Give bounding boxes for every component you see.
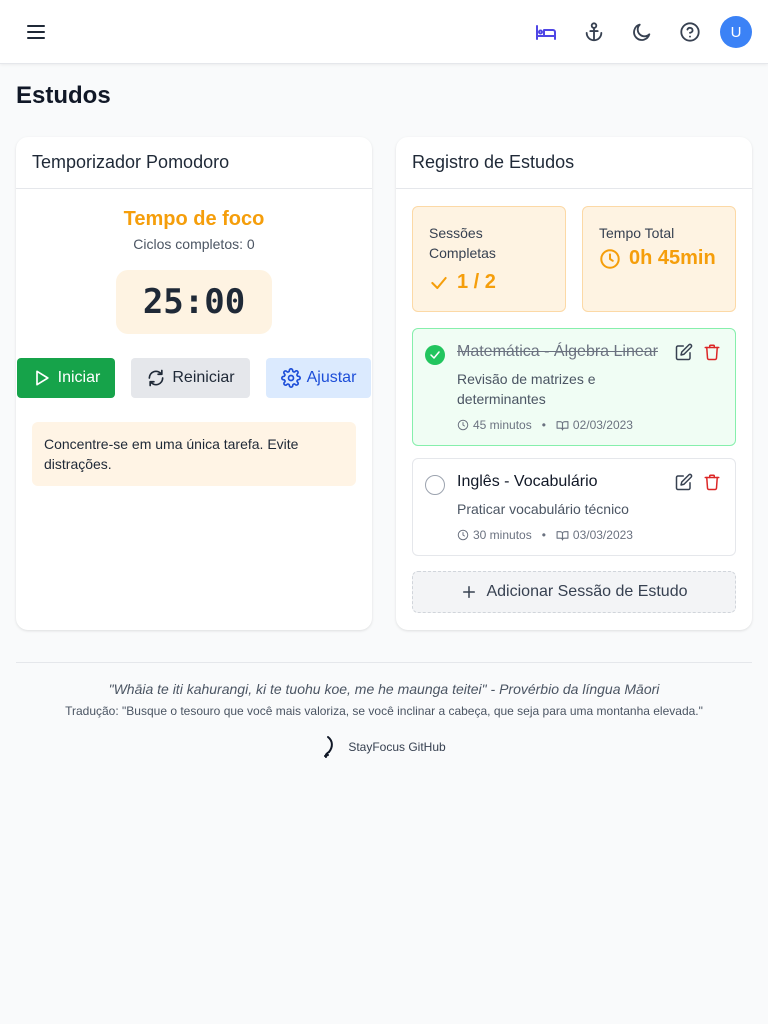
timer-display: 25:00 — [116, 270, 272, 334]
session-title: Matemática - Álgebra Linear — [457, 343, 658, 360]
gear-icon — [280, 368, 301, 388]
session-duration: 30 minutos — [473, 528, 532, 542]
page-title: Estudos — [16, 82, 111, 109]
github-link[interactable]: StayFocus GitHub — [0, 735, 768, 759]
trash-icon[interactable] — [703, 473, 721, 496]
check-icon — [430, 351, 440, 359]
clock-icon — [600, 248, 620, 269]
session-date: 03/03/2023 — [572, 528, 633, 542]
session-checkbox[interactable] — [425, 345, 445, 365]
session-item[interactable]: Inglês - Vocabulário Praticar vocabulári… — [412, 458, 736, 556]
pomodoro-card: Temporizador Pomodoro Tempo de foco Cicl… — [16, 137, 372, 630]
cycles-counter: Ciclos completos: 0 — [133, 236, 255, 252]
session-description: Praticar vocabulário técnico — [457, 501, 629, 517]
github-icon — [324, 736, 334, 758]
meta-separator: • — [541, 418, 546, 432]
adjust-button-label: Ajustar — [306, 369, 357, 386]
adjust-button[interactable]: Ajustar — [266, 358, 371, 398]
session-meta: 30 minutos • 03/03/2023 — [457, 528, 633, 542]
clock-icon — [457, 419, 469, 431]
focus-tip: Concentre-se em uma única tarefa. Evite … — [32, 422, 356, 486]
anchor-icon[interactable] — [578, 16, 610, 48]
reset-button-label: Reiniciar — [172, 369, 235, 386]
session-item[interactable]: Matemática - Álgebra Linear Revisão de m… — [412, 328, 736, 446]
session-title: Inglês - Vocabulário — [457, 473, 598, 490]
book-icon — [556, 530, 569, 540]
add-study-session-label: Adicionar Sessão de Estudo — [486, 583, 688, 600]
check-icon — [431, 276, 447, 289]
footer-divider — [16, 662, 752, 663]
edit-icon[interactable] — [675, 343, 693, 366]
plus-icon — [463, 586, 476, 598]
footer-quote: "Whāia te iti kahurangi, ki te tuohu koe… — [108, 681, 660, 697]
book-icon — [556, 420, 569, 430]
session-date: 02/03/2023 — [572, 418, 633, 432]
trash-icon[interactable] — [703, 343, 721, 366]
help-icon[interactable] — [674, 16, 706, 48]
total-time-stat: Tempo Total 0h 45min — [582, 206, 736, 312]
total-time-value: 0h 45min — [629, 247, 716, 269]
moon-icon[interactable] — [626, 16, 658, 48]
study-log-card-title: Registro de Estudos — [396, 137, 752, 189]
session-duration: 45 minutos — [473, 418, 532, 432]
session-meta: 45 minutos • 02/03/2023 — [457, 418, 633, 432]
start-button[interactable]: Iniciar — [17, 358, 115, 398]
session-description: Revisão de matrizes e determinantes — [457, 371, 596, 407]
pomodoro-card-title: Temporizador Pomodoro — [16, 137, 372, 189]
clock-icon — [457, 529, 469, 541]
top-bar: U — [0, 0, 768, 64]
start-button-label: Iniciar — [57, 369, 101, 386]
menu-icon[interactable] — [20, 16, 52, 48]
completed-sessions-value: 1 / 2 — [457, 271, 496, 293]
footer-translation: Tradução: "Busque o tesouro que você mai… — [65, 704, 703, 718]
edit-icon[interactable] — [675, 473, 693, 496]
bed-icon[interactable] — [530, 16, 562, 48]
avatar[interactable]: U — [720, 16, 752, 48]
add-study-session-button[interactable]: Adicionar Sessão de Estudo — [412, 571, 736, 613]
github-link-label: StayFocus GitHub — [348, 740, 446, 754]
play-icon — [35, 370, 49, 386]
completed-sessions-label: Sessões Completas — [429, 225, 496, 261]
total-time-label: Tempo Total — [599, 225, 675, 241]
refresh-icon — [148, 369, 164, 387]
completed-sessions-stat: Sessões Completas 1 / 2 — [412, 206, 566, 312]
meta-separator: • — [541, 528, 546, 542]
timer-mode-label: Tempo de foco — [123, 208, 265, 230]
reset-button[interactable]: Reiniciar — [131, 358, 250, 398]
session-checkbox[interactable] — [425, 475, 445, 495]
study-log-card: Registro de Estudos Sessões Completas 1 … — [396, 137, 752, 630]
